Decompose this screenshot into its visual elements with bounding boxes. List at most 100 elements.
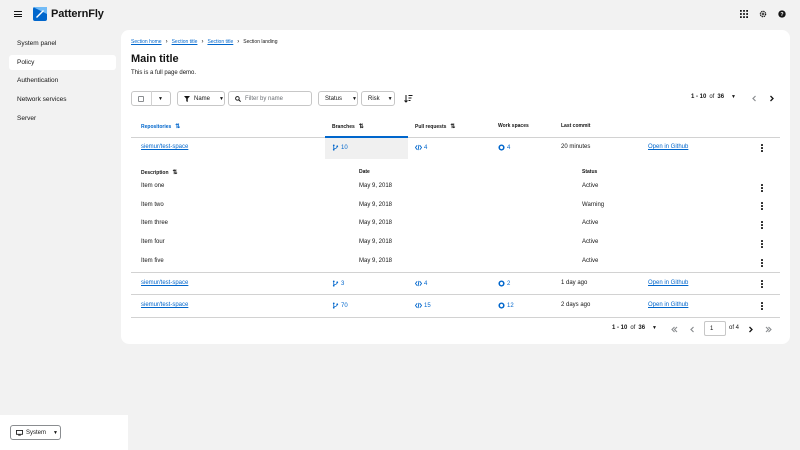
attribute-filter-label: Name [194, 95, 211, 102]
last-page-icon[interactable] [764, 325, 773, 334]
open-in-github-link[interactable]: Open in Github [648, 280, 688, 286]
first-page-icon[interactable] [670, 325, 679, 334]
code-branch-icon [332, 302, 339, 309]
nested-row-actions-kebab-icon[interactable] [760, 259, 764, 267]
column-label: Pull requests [415, 123, 447, 130]
code-branch-icon [332, 144, 339, 151]
last-commit: 2 days ago [561, 302, 591, 308]
branch-count: 10 [341, 144, 348, 151]
sidebar-item-system-panel[interactable]: System panel [9, 36, 116, 51]
branches-toggle[interactable]: 3 [332, 280, 344, 287]
branch-count: 3 [341, 280, 345, 287]
cube-icon [498, 302, 505, 309]
last-commit: 20 minutes [561, 144, 591, 150]
chevron-right-icon: › [201, 39, 204, 45]
nested-description: Item one [141, 183, 165, 189]
breadcrumb-link[interactable]: Section title [207, 39, 233, 45]
branches-toggle[interactable]: 70 [332, 302, 348, 309]
sidebar-item-server[interactable]: Server [9, 111, 116, 126]
nested-description: Item three [141, 220, 169, 226]
sort-amount-icon[interactable] [404, 94, 413, 103]
divider [131, 137, 780, 138]
pull-requests-toggle[interactable]: 15 [415, 302, 431, 309]
workspaces-toggle[interactable]: 4 [498, 144, 510, 151]
nested-status: Active [582, 183, 599, 189]
column-header-repositories[interactable]: Repositories ⇅ [141, 123, 180, 131]
apps-grid-icon[interactable] [739, 9, 748, 18]
column-label: Branches [332, 123, 355, 130]
pagination-range: 1 - 10 [612, 325, 628, 331]
branch-count: 70 [341, 302, 348, 309]
column-label: Date [359, 169, 370, 175]
bulk-select[interactable]: ▼ [131, 91, 171, 106]
nested-description: Item two [141, 202, 164, 208]
pagination-range: 1 - 10 [691, 94, 707, 100]
divider [131, 294, 780, 295]
system-theme-dropdown[interactable]: System ▼ [10, 425, 61, 440]
question-circle-icon[interactable]: ? [777, 9, 786, 18]
sort-icon[interactable]: ⇅ [173, 169, 178, 176]
nested-column-header-description[interactable]: Description ⇅ [141, 169, 178, 177]
risk-filter-label: Risk [368, 95, 380, 102]
bulk-select-checkbox[interactable] [138, 95, 144, 102]
pagination-of: of [709, 94, 715, 100]
page-number-input[interactable]: 1 [704, 321, 726, 336]
column-header-branches[interactable]: Branches ⇅ [332, 123, 364, 131]
sidebar-item-network-services[interactable]: Network services [9, 92, 116, 107]
sort-icon[interactable]: ⇅ [359, 123, 364, 130]
branches-toggle[interactable]: 10 [332, 144, 348, 151]
brand-name: PatternFly [51, 8, 104, 20]
caret-down-icon: ▼ [53, 429, 58, 436]
row-actions-kebab-icon[interactable] [760, 302, 764, 310]
svg-text:?: ? [780, 11, 783, 17]
nested-row-actions-kebab-icon[interactable] [760, 221, 764, 229]
repo-link[interactable]: siemur/test-space [141, 280, 188, 286]
nested-status: Warning [582, 202, 605, 208]
search-icon [235, 95, 241, 102]
status-filter-dropdown[interactable]: Status ▼ [318, 91, 358, 106]
attribute-filter-dropdown[interactable]: Name ▼ [177, 91, 225, 106]
pagination-toggle-bottom[interactable]: 1 - 10 of 36 ▼ [612, 325, 657, 331]
breadcrumb-link[interactable]: Section title [172, 39, 198, 45]
next-page-icon[interactable] [746, 325, 755, 334]
caret-down-icon[interactable]: ▼ [158, 96, 163, 102]
chevron-right-icon: › [237, 39, 240, 45]
next-page-icon[interactable] [767, 94, 776, 103]
nested-row-actions-kebab-icon[interactable] [760, 184, 764, 192]
brand-logo[interactable]: PatternFly [32, 6, 104, 22]
breadcrumb-link[interactable]: Section home [131, 39, 162, 45]
workspaces-toggle[interactable]: 12 [498, 302, 514, 309]
repo-link[interactable]: siemur/test-space [141, 144, 188, 150]
nested-date: May 9, 2018 [359, 220, 393, 226]
nested-row-actions-kebab-icon[interactable] [760, 240, 764, 248]
caret-down-icon: ▼ [652, 325, 657, 331]
divider [131, 272, 780, 273]
column-header-pull-requests[interactable]: Pull requests ⇅ [415, 123, 455, 131]
page-description: This is a full page demo. [131, 70, 197, 76]
previous-page-icon[interactable] [688, 325, 697, 334]
divider [131, 317, 780, 318]
hamburger-menu-icon[interactable] [14, 10, 22, 18]
workspace-count: 12 [507, 302, 514, 309]
row-actions-kebab-icon[interactable] [760, 144, 764, 152]
nested-column-header-status: Status [582, 169, 597, 175]
sidebar-item-authentication[interactable]: Authentication [9, 73, 116, 88]
open-in-github-link[interactable]: Open in Github [648, 144, 688, 150]
main-panel: Section home › Section title › Section t… [121, 30, 790, 344]
sidebar-item-policy[interactable]: Policy [9, 55, 116, 70]
pagination-toggle[interactable]: 1 - 10 of 36 ▼ [691, 94, 736, 100]
search-input[interactable]: Filter by name [228, 91, 312, 106]
nested-row-actions-kebab-icon[interactable] [760, 202, 764, 210]
row-actions-kebab-icon[interactable] [760, 280, 764, 288]
pull-requests-toggle[interactable]: 4 [415, 144, 427, 151]
open-in-github-link[interactable]: Open in Github [648, 302, 688, 308]
previous-page-icon[interactable] [750, 94, 759, 103]
masthead: PatternFly ? [0, 0, 800, 30]
pull-requests-toggle[interactable]: 4 [415, 280, 427, 287]
risk-filter-dropdown[interactable]: Risk ▼ [361, 91, 395, 106]
sort-icon[interactable]: ⇅ [175, 123, 180, 130]
gear-icon[interactable] [758, 9, 767, 18]
workspaces-toggle[interactable]: 2 [498, 280, 510, 287]
sort-icon[interactable]: ⇅ [450, 123, 455, 130]
repo-link[interactable]: siemur/test-space [141, 302, 188, 308]
